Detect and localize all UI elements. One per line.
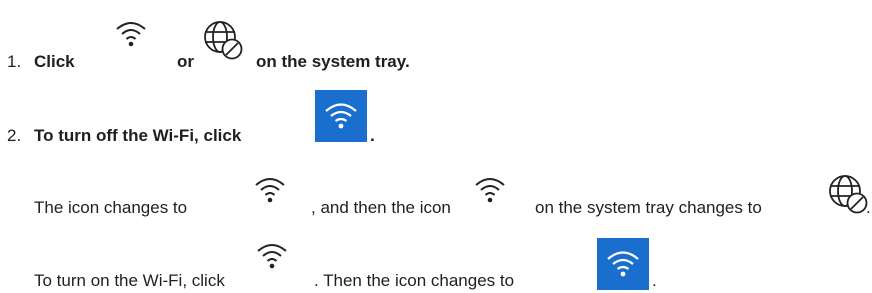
step-2-number: 2. bbox=[7, 126, 22, 145]
globe-no-connection-icon bbox=[201, 18, 245, 62]
wifi-icon bbox=[474, 174, 506, 204]
step-1-click-text: Click bbox=[34, 52, 75, 71]
globe-no-connection-icon bbox=[826, 172, 870, 216]
wifi-on-icon bbox=[597, 238, 649, 290]
paragraph-1-part-1: The icon changes to bbox=[34, 198, 188, 217]
step-1-number: 1. bbox=[7, 52, 22, 71]
wifi-on-icon bbox=[315, 90, 367, 142]
wifi-icon bbox=[256, 240, 288, 270]
step-1-or-text: or bbox=[177, 52, 194, 71]
wifi-icon bbox=[115, 18, 147, 48]
step-1-rest-text: on the system tray. bbox=[256, 52, 410, 71]
paragraph-2-period: . bbox=[652, 271, 657, 290]
paragraph-1-part-2: , and then the icon bbox=[311, 198, 451, 217]
step-2-period: . bbox=[370, 126, 375, 145]
step-2-text: To turn off the Wi-Fi, click bbox=[34, 126, 242, 145]
paragraph-2-part-1: To turn on the Wi-Fi, click bbox=[34, 271, 225, 290]
wifi-icon bbox=[254, 174, 286, 204]
paragraph-1-part-3: on the system tray changes to bbox=[535, 198, 762, 217]
paragraph-2-part-2: . Then the icon changes to bbox=[314, 271, 515, 290]
paragraph-1-period: . bbox=[866, 198, 871, 217]
